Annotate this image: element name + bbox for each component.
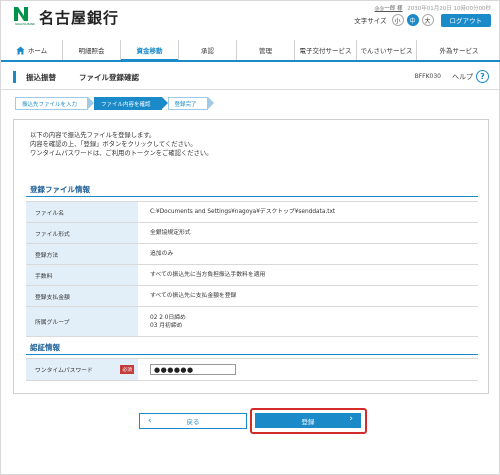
table-row: 手数料 すべての振込先に当方負担振込手数料を適用 bbox=[26, 264, 478, 286]
password-label-cell: ワンタイムパスワード 必須 bbox=[26, 358, 138, 381]
nav-item-approval[interactable]: 承認 bbox=[179, 40, 237, 60]
group-line: 02 2 0日締め bbox=[150, 314, 186, 321]
font-size-small-button[interactable]: 小 bbox=[391, 14, 404, 26]
logo-subtext: NAGOYA BANK bbox=[15, 22, 35, 26]
register-highlight: 登録 › bbox=[250, 408, 367, 434]
logout-button[interactable]: ログアウト bbox=[440, 13, 491, 27]
nav-item-electronic-delivery[interactable]: 電子交付サービス bbox=[295, 40, 357, 60]
table-row: 登録支払金額 すべての振込先に支払金額を登録 bbox=[26, 285, 478, 307]
help-icon: ? bbox=[476, 70, 489, 83]
home-icon bbox=[16, 45, 25, 55]
row-value: 02 2 0日締め 03 月初締め bbox=[138, 306, 478, 337]
back-label: 戻る bbox=[186, 418, 200, 426]
table-row: ファイル形式 全銀協規定形式 bbox=[26, 222, 478, 244]
row-value: すべての振込先に当方負担振込手数料を適用 bbox=[138, 264, 478, 286]
chevron-right-icon: › bbox=[349, 414, 353, 424]
bank-name: 名古屋銀行 bbox=[39, 9, 120, 27]
font-size-controls: 文字サイズ 小 中 大 ログアウト bbox=[354, 13, 491, 27]
nav-item-statements[interactable]: 明細照会 bbox=[63, 40, 121, 60]
table-row: ワンタイムパスワード 必須 ●●●●●● bbox=[26, 358, 478, 381]
auth-table: ワンタイムパスワード 必須 ●●●●●● bbox=[26, 358, 478, 381]
main-nav: ホーム 明細照会 資金移動 承認 管理 電子交付サービス でんさいサービス 外為… bbox=[1, 40, 500, 62]
user-info: ◎◎一郎 様 2030年01月20日 10時00分00秒 bbox=[375, 4, 491, 12]
screen-id: BFFK030 bbox=[414, 73, 441, 80]
one-time-password-input[interactable]: ●●●●●● bbox=[150, 364, 236, 375]
page-frame: NAGOYA BANK 名古屋銀行 ◎◎一郎 様 2030年01月20日 10時… bbox=[0, 0, 500, 475]
password-label: ワンタイムパスワード bbox=[35, 368, 93, 374]
user-name[interactable]: ◎◎一郎 様 bbox=[375, 6, 403, 12]
nav-item-management[interactable]: 管理 bbox=[237, 40, 295, 60]
row-key: 手数料 bbox=[26, 264, 138, 286]
group-line: 03 月初締め bbox=[150, 322, 183, 329]
chevron-left-icon: ‹ bbox=[148, 416, 152, 426]
title-accent-bar bbox=[13, 71, 16, 83]
password-cell: ●●●●●● bbox=[138, 358, 478, 381]
nav-label-home: ホーム bbox=[27, 47, 48, 55]
back-button[interactable]: ‹ 戻る bbox=[139, 413, 247, 429]
section-divider bbox=[26, 196, 478, 197]
help-label: ヘルプ bbox=[452, 72, 473, 81]
step-arrow-icon bbox=[207, 97, 214, 109]
nav-item-fund-transfer[interactable]: 資金移動 bbox=[121, 40, 179, 62]
row-value: 追加のみ bbox=[138, 243, 478, 265]
step-complete: 登録完了 bbox=[167, 97, 208, 110]
title-bar: 振込振替 ファイル登録確認 BFFK030 ヘルプ ? bbox=[1, 64, 500, 90]
row-value: 全銀協規定形式 bbox=[138, 222, 478, 244]
row-key: ファイル形式 bbox=[26, 222, 138, 244]
table-row: 所属グループ 02 2 0日締め 03 月初締め bbox=[26, 306, 478, 337]
row-value: すべての振込先に支払金額を登録 bbox=[138, 285, 478, 307]
row-key: ファイル名 bbox=[26, 201, 138, 223]
last-login: 2030年01月20日 10時00分00秒 bbox=[407, 6, 491, 12]
font-size-medium-button[interactable]: 中 bbox=[406, 14, 419, 26]
row-key: 所属グループ bbox=[26, 306, 138, 337]
intro-line: ワンタイムパスワードは、ご利用のトークンをご確認ください。 bbox=[30, 150, 213, 157]
register-button[interactable]: 登録 › bbox=[255, 413, 361, 428]
file-info-table: ファイル名 C:¥Documents and Settings¥nagoya¥デ… bbox=[26, 201, 478, 337]
header: NAGOYA BANK 名古屋銀行 ◎◎一郎 様 2030年01月20日 10時… bbox=[1, 1, 500, 35]
required-badge: 必須 bbox=[120, 365, 134, 374]
auth-info-title: 認証情報 bbox=[30, 343, 60, 352]
font-size-label: 文字サイズ bbox=[354, 17, 387, 25]
step-indicator: 振込先ファイルを入力 ファイル内容を確認 登録完了 bbox=[15, 97, 214, 110]
row-key: 登録方法 bbox=[26, 243, 138, 265]
bank-logo: NAGOYA BANK bbox=[11, 6, 39, 28]
font-size-large-button[interactable]: 大 bbox=[421, 14, 434, 26]
nav-item-home[interactable]: ホーム bbox=[1, 40, 63, 60]
page-title: ファイル登録確認 bbox=[79, 73, 139, 82]
table-row: ファイル名 C:¥Documents and Settings¥nagoya¥デ… bbox=[26, 201, 478, 223]
nav-item-densai[interactable]: でんさいサービス bbox=[357, 40, 417, 60]
bank-logo-icon bbox=[13, 6, 29, 22]
section-divider bbox=[26, 354, 478, 355]
row-key: 登録支払金額 bbox=[26, 285, 138, 307]
help-link[interactable]: ヘルプ ? bbox=[452, 70, 489, 83]
button-area: ‹ 戻る 登録 › bbox=[1, 396, 500, 456]
row-value: C:¥Documents and Settings¥nagoya¥デスクトップ¥… bbox=[138, 201, 478, 223]
main-panel: 以下の内容で振込先ファイルを登録します。 内容を確認の上、「登録」ボタンをクリッ… bbox=[13, 119, 489, 394]
table-row: 登録方法 追加のみ bbox=[26, 243, 478, 265]
intro-line: 以下の内容で振込先ファイルを登録します。 bbox=[30, 132, 156, 139]
section-title: 振込振替 bbox=[26, 73, 56, 82]
step-input-file: 振込先ファイルを入力 bbox=[15, 97, 89, 110]
file-info-title: 登録ファイル情報 bbox=[30, 185, 90, 194]
step-confirm-file: ファイル内容を確認 bbox=[94, 97, 162, 110]
register-label: 登録 bbox=[301, 417, 315, 426]
intro-line: 内容を確認の上、「登録」ボタンをクリックしてください。 bbox=[30, 141, 197, 148]
intro-text: 以下の内容で振込先ファイルを登録します。 内容を確認の上、「登録」ボタンをクリッ… bbox=[30, 131, 212, 158]
nav-item-forex[interactable]: 外為サービス bbox=[417, 40, 500, 60]
